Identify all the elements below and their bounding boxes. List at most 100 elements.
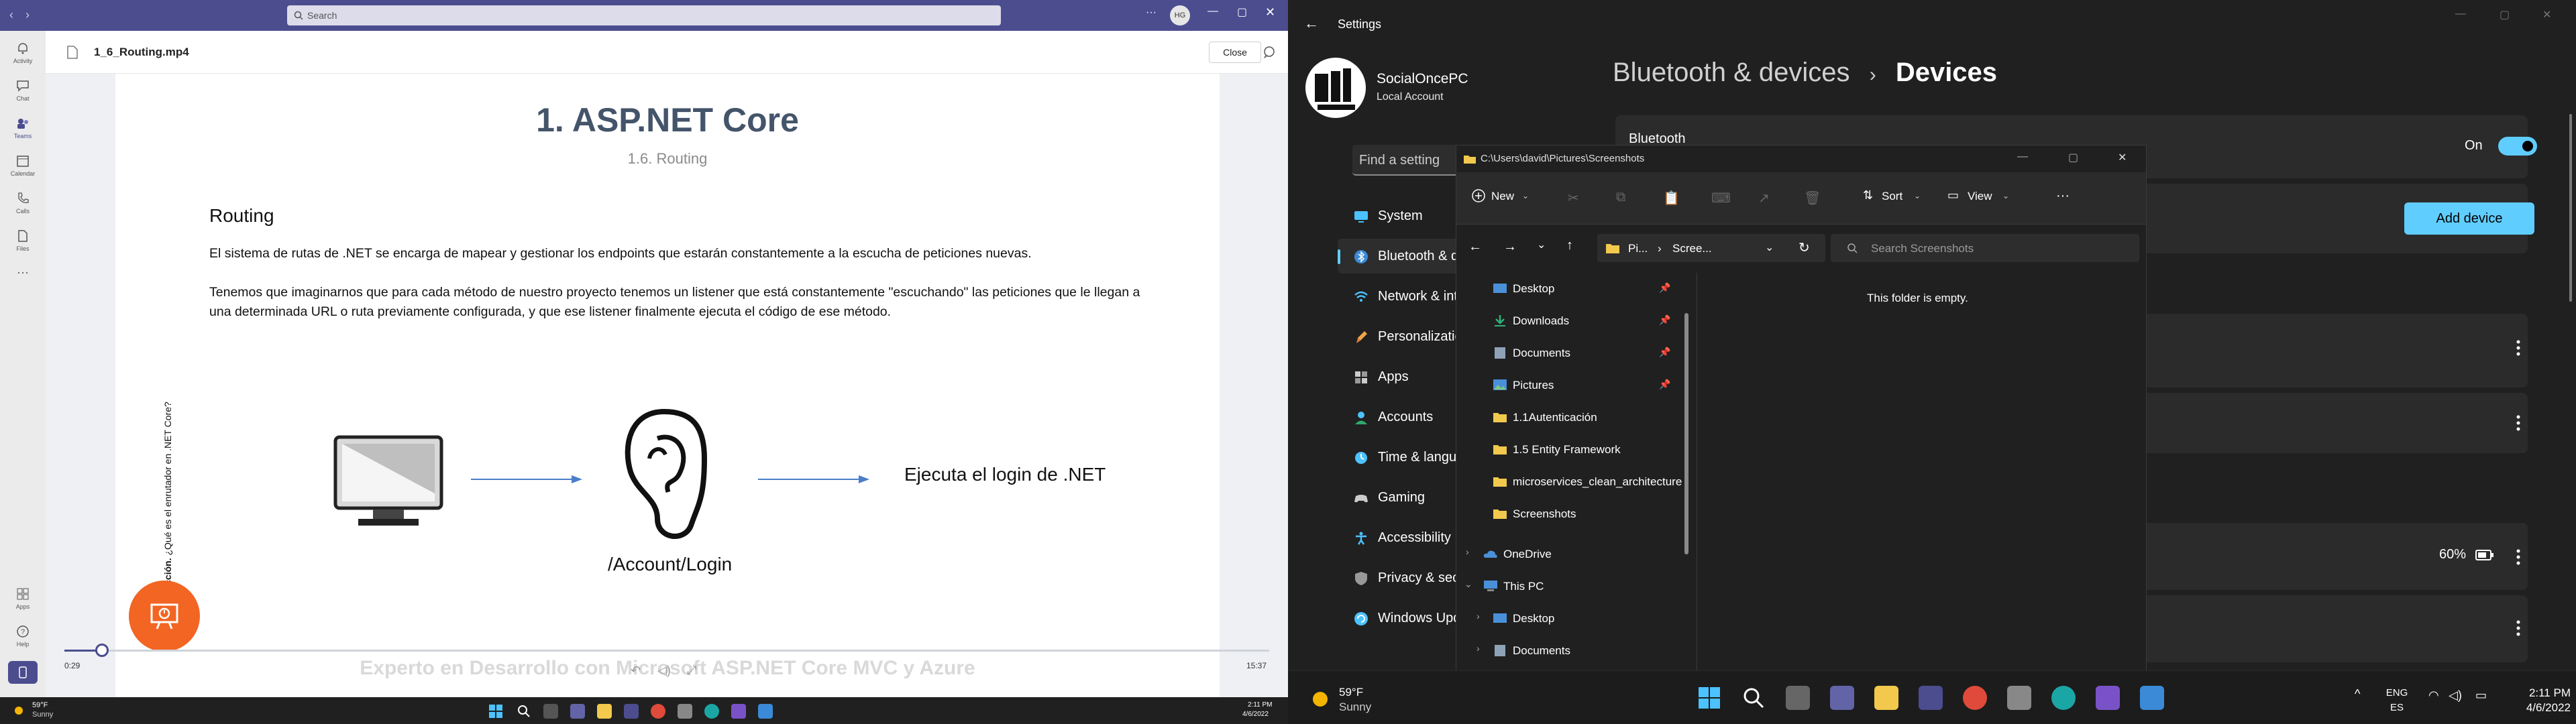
wifi-icon[interactable]: ◠: [2428, 688, 2439, 703]
explorer-search-box[interactable]: Search Screenshots: [1831, 234, 2139, 262]
refresh-icon[interactable]: ↻: [1799, 239, 1810, 256]
add-device-button[interactable]: Add device: [2404, 202, 2534, 235]
paste-icon[interactable]: 📋: [1663, 190, 1680, 206]
more-options-icon[interactable]: [2512, 547, 2525, 567]
chrome-icon[interactable]: [1963, 686, 1987, 710]
up-arrow-icon[interactable]: ↑: [1566, 238, 1573, 253]
chevron-down-icon[interactable]: ⌄: [1464, 579, 1472, 590]
start-icon[interactable]: [488, 704, 503, 719]
tree-item-folder[interactable]: 1.5 Entity Framework: [1456, 434, 1693, 466]
clock[interactable]: 2:11 PM 4/6/2022: [2510, 686, 2571, 715]
tree-item-folder[interactable]: Screenshots: [1456, 498, 1693, 530]
edge-icon[interactable]: [2051, 686, 2076, 710]
account-avatar[interactable]: [1305, 58, 1366, 118]
tree-item-downloads[interactable]: Downloads 📌: [1456, 305, 1693, 337]
new-button[interactable]: New ⌄: [1467, 184, 1534, 211]
cut-icon[interactable]: ✂: [1568, 190, 1579, 206]
forward-arrow-icon[interactable]: →: [1503, 239, 1517, 255]
close-window-icon[interactable]: ✕: [2118, 151, 2127, 164]
edge-icon[interactable]: [704, 704, 719, 719]
tree-item-this-pc[interactable]: ⌄ This PC: [1456, 570, 1693, 603]
maximize-icon[interactable]: ▢: [1237, 5, 1247, 19]
rail-item-files[interactable]: Files: [0, 223, 46, 257]
visual-studio-icon[interactable]: [2096, 686, 2120, 710]
start-icon[interactable]: [1697, 686, 1721, 710]
folder-icon[interactable]: [597, 704, 612, 719]
address-crumb[interactable]: Pi...: [1628, 242, 1648, 255]
seek-handle[interactable]: [95, 644, 109, 657]
rail-item-apps[interactable]: Apps: [0, 581, 46, 615]
teams-search-box[interactable]: Search: [287, 5, 1001, 25]
chat-app-icon[interactable]: [1830, 686, 1854, 710]
nav-pane-scrollbar[interactable]: [1684, 313, 1688, 554]
chat-app-icon[interactable]: [570, 704, 585, 719]
back-arrow-icon[interactable]: ‹: [9, 8, 13, 22]
close-window-icon[interactable]: ✕: [2542, 8, 2551, 21]
settings-gear-icon[interactable]: [2007, 686, 2031, 710]
more-options-icon[interactable]: ···: [1146, 7, 1157, 19]
address-crumb[interactable]: Scree...: [1672, 242, 1712, 255]
comment-icon[interactable]: [1263, 46, 1276, 59]
rail-item-teams[interactable]: Teams: [0, 110, 46, 145]
teams-app-icon[interactable]: [1919, 686, 1943, 710]
tree-item-documents[interactable]: Documents 📌: [1456, 337, 1693, 369]
tree-item-desktop[interactable]: Desktop 📌: [1456, 273, 1693, 305]
settings-scrollbar[interactable]: [2569, 114, 2572, 302]
tree-item-folder[interactable]: 1.1Autenticación: [1456, 402, 1693, 434]
rewind-icon[interactable]: ↶: [631, 664, 641, 678]
more-options-icon[interactable]: [2512, 338, 2525, 358]
tree-item-pictures[interactable]: Pictures 📌: [1456, 369, 1693, 402]
fullscreen-icon[interactable]: ⤢: [687, 664, 696, 678]
volume-icon[interactable]: ◁): [2449, 688, 2462, 703]
chrome-icon[interactable]: [651, 704, 665, 719]
task-view-icon[interactable]: [543, 704, 558, 719]
minimize-icon[interactable]: —: [1208, 5, 1218, 17]
folder-icon[interactable]: [1874, 686, 1898, 710]
visual-studio-icon[interactable]: [731, 704, 746, 719]
rename-icon[interactable]: ⌨: [1711, 190, 1731, 206]
app-icon[interactable]: [758, 704, 773, 719]
chevron-down-icon[interactable]: ⌄: [1765, 241, 1774, 254]
language-indicator[interactable]: ENG ES: [2380, 686, 2414, 715]
rail-item-calendar[interactable]: Calendar: [0, 147, 46, 182]
search-icon[interactable]: [517, 704, 531, 719]
more-options-icon[interactable]: [2512, 618, 2525, 638]
forward-arrow-icon[interactable]: ›: [25, 8, 30, 22]
delete-icon[interactable]: 🗑: [1804, 190, 1821, 206]
minimize-icon[interactable]: —: [2455, 8, 2466, 20]
tree-item-desktop[interactable]: › Desktop: [1456, 603, 1693, 635]
rail-more[interactable]: ···: [0, 260, 46, 295]
app-icon[interactable]: [2140, 686, 2164, 710]
tree-item-folder[interactable]: microservices_clean_architecture: [1456, 466, 1693, 498]
teams-app-icon[interactable]: [624, 704, 639, 719]
chevron-right-icon[interactable]: ›: [1466, 546, 1469, 557]
copy-icon[interactable]: ⧉: [1616, 190, 1625, 205]
breadcrumb-parent[interactable]: Bluetooth & devices: [1613, 58, 1850, 87]
tree-item-onedrive[interactable]: › OneDrive: [1456, 538, 1693, 570]
sort-button[interactable]: ⇅ Sort ⌄: [1862, 184, 1935, 211]
battery-icon[interactable]: ▭: [2475, 688, 2487, 703]
rail-item-calls[interactable]: Calls: [0, 185, 46, 220]
task-view-icon[interactable]: [1786, 686, 1810, 710]
back-arrow-icon[interactable]: ←: [1468, 239, 1482, 255]
minimize-icon[interactable]: —: [2017, 151, 2028, 163]
close-window-icon[interactable]: ✕: [1265, 5, 1275, 19]
presentation-button[interactable]: [129, 581, 200, 652]
chevron-up-icon[interactable]: ^: [2355, 687, 2360, 701]
view-button[interactable]: ▭ View ⌄: [1946, 184, 2020, 211]
more-options-icon[interactable]: ···: [2056, 188, 2070, 204]
address-bar[interactable]: Pi... › Scree... ⌄ ↻: [1597, 234, 1825, 262]
video-frame[interactable]: 1. ASP.NET Core 1.6. Routing Routing El …: [115, 74, 1220, 679]
rail-item-activity[interactable]: Activity: [0, 35, 46, 70]
seek-bar[interactable]: [64, 650, 1269, 652]
volume-icon[interactable]: ◁): [657, 664, 671, 678]
more-options-icon[interactable]: [2512, 413, 2525, 433]
rail-item-help[interactable]: ? Help: [0, 618, 46, 653]
bluetooth-toggle[interactable]: [2498, 137, 2537, 156]
maximize-icon[interactable]: ▢: [2500, 8, 2510, 21]
chevron-right-icon[interactable]: ›: [1477, 643, 1480, 654]
rail-item-chat[interactable]: Chat: [0, 72, 46, 107]
back-arrow-icon[interactable]: ←: [1304, 15, 1319, 32]
mobile-download-button[interactable]: [8, 661, 38, 684]
search-icon[interactable]: [1741, 686, 1766, 710]
